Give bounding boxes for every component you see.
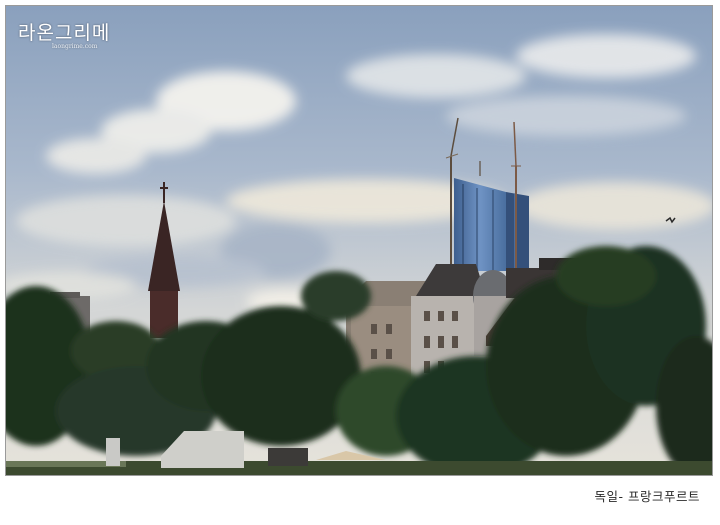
frankfurt-photo [6, 6, 712, 475]
photo-frame: 라온그리메 laongrime.com [5, 5, 713, 476]
watermark-logo: 라온그리메 laongrime.com [18, 18, 110, 50]
watermark-text: 라온그리메 [18, 22, 111, 44]
watermark-subtext: laongrime.com [52, 43, 98, 50]
photo-caption: 독일- 프랑크푸르트 [594, 489, 700, 504]
